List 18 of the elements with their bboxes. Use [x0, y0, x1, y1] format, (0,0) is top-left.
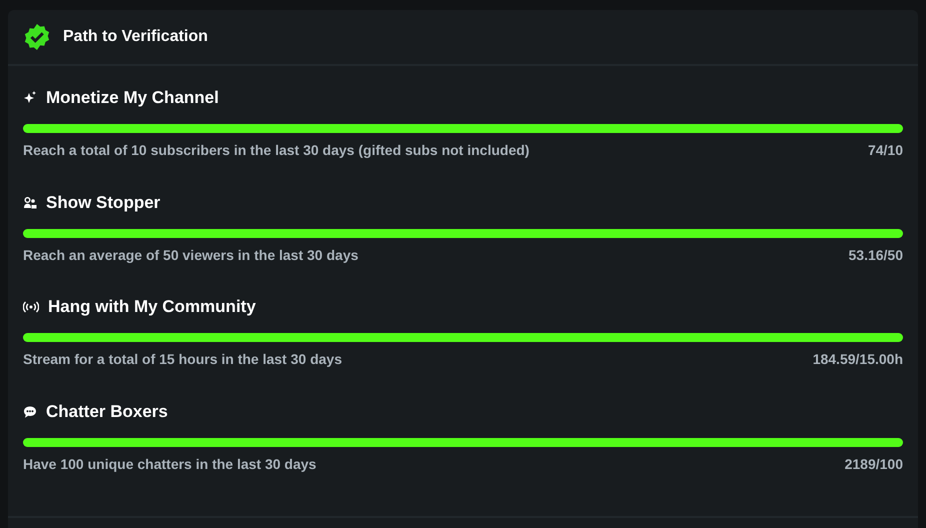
goal-title: Chatter Boxers	[46, 402, 168, 422]
panel-title: Path to Verification	[63, 28, 208, 46]
broadcast-icon	[23, 300, 39, 314]
goal-description: Reach an average of 50 viewers in the last 30 days	[23, 246, 358, 262]
goal-title: Show Stopper	[46, 192, 160, 212]
goal-title: Monetize My Channel	[46, 88, 219, 108]
chat-bubble-icon	[23, 404, 37, 418]
progress-value: 74/10	[868, 142, 903, 158]
progress-value: 2189/100	[844, 456, 903, 472]
goal-description: Stream for a total of 15 hours in the last 30 days	[23, 351, 342, 367]
verified-badge-icon	[23, 23, 51, 51]
goal-description: Have 100 unique chatters in the last 30 days	[23, 456, 316, 472]
goal-title: Hang with My Community	[48, 297, 256, 317]
progress-value: 184.59/15.00h	[812, 351, 903, 367]
progress-value: 53.16/50	[848, 246, 903, 262]
goal-description: Reach a total of 10 subscribers in the last 30 days (gifted subs not included)	[23, 142, 530, 158]
people-icon	[23, 196, 37, 210]
sparkle-icon	[23, 91, 37, 105]
